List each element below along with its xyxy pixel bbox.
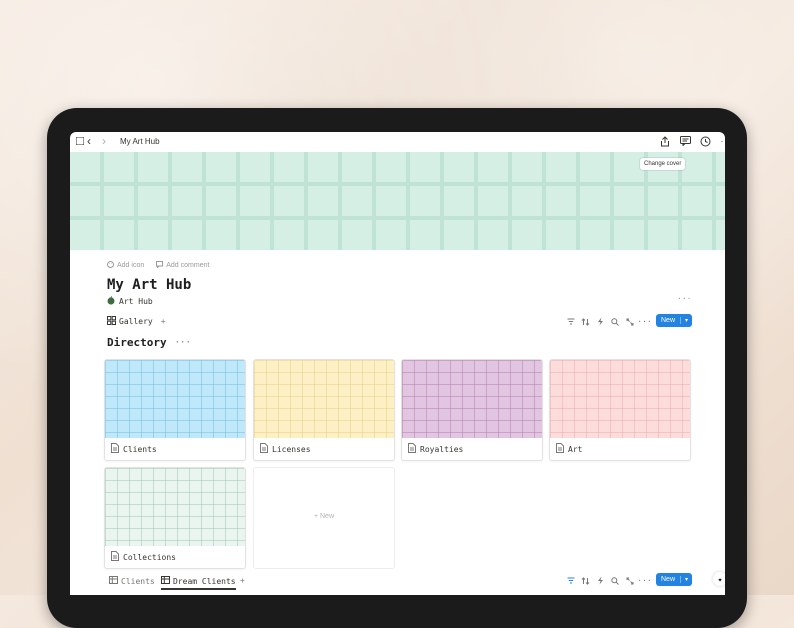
app-screen: ‹ › My Art Hub · Change cover Add icon A… xyxy=(70,132,725,595)
change-cover-button[interactable]: Change cover xyxy=(640,158,686,170)
gallery-card-art[interactable]: Art xyxy=(549,359,691,461)
cover-grid-pattern xyxy=(70,152,725,250)
search-icon[interactable] xyxy=(609,575,620,586)
breadcrumb-title[interactable]: My Art Hub xyxy=(120,137,160,146)
new-button-label: New xyxy=(661,317,676,324)
sort-icon[interactable] xyxy=(580,575,591,586)
card-cover xyxy=(402,360,542,438)
tab-dream-clients[interactable]: Dream Clients xyxy=(161,576,236,590)
add-comment-label: Add comment xyxy=(166,262,210,269)
card-label-row: Royalties xyxy=(408,443,463,455)
card-title: Licenses xyxy=(272,444,311,454)
card-cover xyxy=(254,360,394,438)
view-more-icon[interactable]: ··· xyxy=(637,316,651,327)
add-view-icon[interactable]: + xyxy=(161,317,166,326)
forward-icon[interactable]: › xyxy=(98,134,110,148)
apple-icon xyxy=(107,296,115,307)
gallery-view-label: Gallery xyxy=(119,316,153,326)
page-doc-icon xyxy=(408,443,416,455)
gallery-card-royalties[interactable]: Royalties xyxy=(401,359,543,461)
add-icon-button[interactable]: Add icon xyxy=(107,261,144,270)
page-cover: Change cover xyxy=(70,152,725,250)
card-label-row: Clients xyxy=(111,443,157,455)
add-view-icon[interactable]: + xyxy=(240,576,245,585)
page-subtitle-row[interactable]: Art Hub xyxy=(107,296,153,307)
page-doc-icon xyxy=(260,443,268,455)
card-label-row: Collections xyxy=(111,551,176,563)
new-button[interactable]: New ▾ xyxy=(656,314,693,327)
table-icon xyxy=(161,576,170,586)
back-icon[interactable]: ‹ xyxy=(83,134,95,148)
automation-icon[interactable] xyxy=(595,575,606,586)
gallery-view-tab[interactable]: Gallery xyxy=(107,315,153,327)
tab-label: Dream Clients xyxy=(173,576,236,586)
gallery-card-licenses[interactable]: Licenses xyxy=(253,359,395,461)
card-label-row: Art xyxy=(556,443,582,455)
sort-icon[interactable] xyxy=(580,316,591,327)
more-icon[interactable]: · xyxy=(715,134,725,148)
new-card-label: + New xyxy=(313,513,335,520)
card-cover xyxy=(550,360,690,438)
gallery-card-collections[interactable]: Collections xyxy=(104,467,246,569)
page-title[interactable]: My Art Hub xyxy=(107,277,191,293)
filter-icon[interactable] xyxy=(565,575,576,586)
filter-icon[interactable] xyxy=(565,316,576,327)
table-icon xyxy=(109,576,118,586)
page-meta-row: Add icon Add comment xyxy=(107,261,209,270)
new-button-label: New xyxy=(661,576,676,583)
add-comment-button[interactable]: Add comment xyxy=(156,261,209,270)
expand-icon[interactable] xyxy=(624,575,635,586)
gallery-icon xyxy=(107,315,116,327)
section-options-icon[interactable]: ··· xyxy=(175,338,191,348)
chevron-down-icon[interactable]: ▾ xyxy=(680,317,692,324)
search-icon[interactable] xyxy=(609,316,620,327)
top-bar: ‹ › My Art Hub · xyxy=(70,132,725,152)
page-subtitle: Art Hub xyxy=(119,297,153,306)
chevron-down-icon[interactable]: ▾ xyxy=(680,576,692,583)
tab-clients[interactable]: Clients xyxy=(109,576,155,586)
section-header: Directory ··· xyxy=(107,336,191,349)
expand-icon[interactable] xyxy=(624,316,635,327)
card-cover xyxy=(105,468,245,546)
smiley-icon xyxy=(107,261,114,270)
new-card-button[interactable]: + New xyxy=(253,467,395,569)
automation-icon[interactable] xyxy=(595,316,606,327)
card-cover xyxy=(105,360,245,438)
card-title: Royalties xyxy=(420,444,464,454)
page-doc-icon xyxy=(556,443,564,455)
card-label-row: Licenses xyxy=(260,443,311,455)
add-icon-label: Add icon xyxy=(117,262,145,269)
page-doc-icon xyxy=(111,551,119,563)
comments-icon[interactable] xyxy=(678,134,692,148)
view-more-icon[interactable]: ··· xyxy=(637,575,651,586)
comment-icon xyxy=(156,261,164,270)
tab-label: Clients xyxy=(121,576,155,586)
share-icon[interactable] xyxy=(658,134,672,148)
ai-sparkle-icon[interactable]: ✦ xyxy=(713,572,725,586)
card-title: Art xyxy=(568,444,583,454)
card-title: Collections xyxy=(123,552,176,562)
card-title: Clients xyxy=(123,444,157,454)
section-title[interactable]: Directory xyxy=(107,336,167,349)
history-icon[interactable] xyxy=(698,134,712,148)
page-doc-icon xyxy=(111,443,119,455)
gallery-card-clients[interactable]: Clients xyxy=(104,359,246,461)
page-options-icon[interactable]: ··· xyxy=(677,294,691,303)
bottom-new-button[interactable]: New ▾ xyxy=(656,573,693,586)
